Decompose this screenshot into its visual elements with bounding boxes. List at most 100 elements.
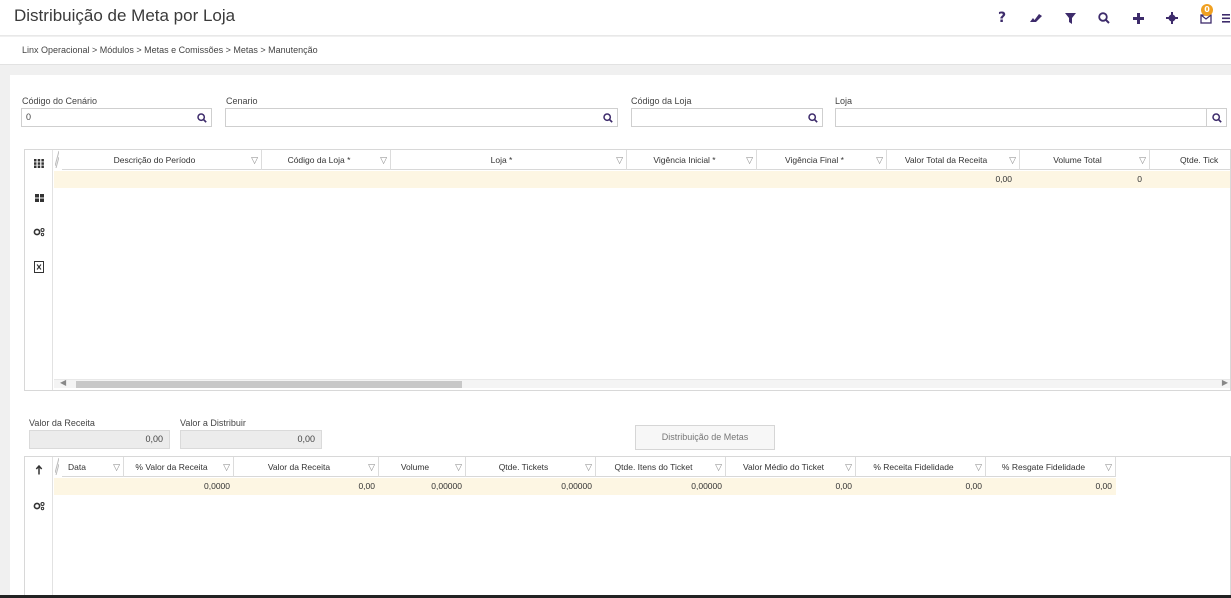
col-qtde-itens-ticket-label: Qtde. Itens do Ticket: [614, 462, 693, 472]
table-row[interactable]: 0,00 0: [54, 171, 1230, 188]
column-grip-icon[interactable]: [54, 150, 60, 169]
filter-icon[interactable]: ▽: [876, 150, 883, 170]
col-data[interactable]: Data ▽: [62, 457, 124, 477]
valor-distribuir-field: 0,00: [180, 430, 322, 449]
cell-volume-total: 0: [1137, 174, 1142, 184]
col-pct-receita-fidelidade-label: % Receita Fidelidade: [873, 462, 954, 472]
valor-receita-label: Valor da Receita: [29, 418, 95, 428]
filter-icon[interactable]: ▽: [845, 457, 852, 477]
top-grid: Descrição do Período ▽ Código da Loja * …: [24, 149, 1231, 391]
add-icon[interactable]: [1125, 0, 1151, 36]
eraser-icon[interactable]: [1023, 0, 1049, 36]
cenario-search-button[interactable]: [598, 108, 618, 127]
codigo-loja-search-button[interactable]: [803, 108, 823, 127]
filter-icon[interactable]: ▽: [715, 457, 722, 477]
notifications-icon[interactable]: 0: [1193, 0, 1219, 36]
col-loja[interactable]: Loja * ▽: [391, 150, 627, 170]
menu-icon[interactable]: [1221, 0, 1231, 36]
col-volume-total-label: Volume Total: [1053, 155, 1102, 165]
filter-icon[interactable]: ▽: [616, 150, 623, 170]
filter-icon[interactable]: ▽: [113, 457, 120, 477]
col-valor-receita[interactable]: Valor da Receita ▽: [234, 457, 379, 477]
filter-icon[interactable]: ▽: [223, 457, 230, 477]
toolbar: ? 0: [981, 0, 1231, 36]
search-icon: [602, 112, 613, 123]
cell-qtde-tickets: 0,00000: [561, 481, 592, 491]
cell-data: [62, 478, 124, 495]
cell-valor-receita: 0,00: [358, 481, 375, 491]
col-vigencia-inicial[interactable]: Vigência Inicial * ▽: [627, 150, 757, 170]
help-icon[interactable]: ?: [989, 0, 1015, 36]
col-descricao-periodo[interactable]: Descrição do Período ▽: [62, 150, 262, 170]
distribuicao-metas-button[interactable]: Distribuição de Metas: [635, 425, 775, 450]
scroll-thumb[interactable]: [76, 381, 462, 388]
search-icon: [807, 112, 818, 123]
notification-badge: 0: [1201, 4, 1213, 16]
col-qtde-itens-ticket[interactable]: Qtde. Itens do Ticket ▽: [596, 457, 726, 477]
cenario-label: Cenario: [226, 96, 258, 106]
layout-icon[interactable]: [31, 190, 47, 206]
filter-icon[interactable]: ▽: [1009, 150, 1016, 170]
filter-icon[interactable]: ▽: [1139, 150, 1146, 170]
filter-icon[interactable]: [1057, 0, 1083, 36]
filter-icon[interactable]: ▽: [368, 457, 375, 477]
filter-icon[interactable]: ▽: [746, 150, 753, 170]
col-pct-resgate-fidelidade[interactable]: % Resgate Fidelidade ▽: [986, 457, 1116, 477]
bottom-grid: Data ▽ % Valor da Receita ▽ Valor da Rec…: [24, 456, 1231, 598]
col-valor-total-receita-label: Valor Total da Receita: [904, 155, 988, 165]
filter-icon[interactable]: ▽: [380, 150, 387, 170]
search-icon[interactable]: [1091, 0, 1117, 36]
loja-search-button[interactable]: [1207, 108, 1227, 127]
settings-icon[interactable]: [31, 498, 47, 514]
help-label: ?: [997, 10, 1007, 26]
cell-volume: 0,00000: [431, 481, 462, 491]
col-pct-valor-receita-label: % Valor da Receita: [135, 462, 208, 472]
top-bar: Distribuição de Meta por Loja ? 0: [0, 0, 1231, 36]
filter-icon[interactable]: ▽: [975, 457, 982, 477]
column-grip-icon[interactable]: [54, 457, 60, 476]
filter-icon[interactable]: ▽: [455, 457, 462, 477]
filter-icon[interactable]: ▽: [251, 150, 258, 170]
sort-up-icon[interactable]: [31, 462, 47, 478]
col-valor-medio-ticket[interactable]: Valor Médio do Ticket ▽: [726, 457, 856, 477]
col-pct-resgate-fidelidade-label: % Resgate Fidelidade: [1001, 462, 1086, 472]
codigo-cenario-search-button[interactable]: [192, 108, 212, 127]
breadcrumb[interactable]: Linx Operacional > Módulos > Metas e Com…: [22, 45, 318, 55]
col-qtde-tickets[interactable]: Qtde. Tickets ▽: [466, 457, 596, 477]
loja-input[interactable]: [835, 108, 1207, 127]
col-codigo-loja-label: Código da Loja *: [287, 155, 351, 165]
col-pct-valor-receita[interactable]: % Valor da Receita ▽: [124, 457, 234, 477]
cell-valor-medio-ticket: 0,00: [835, 481, 852, 491]
codigo-cenario-input[interactable]: 0: [21, 108, 193, 127]
col-volume-total[interactable]: Volume Total ▽: [1020, 150, 1150, 170]
settings-icon[interactable]: [31, 224, 47, 240]
cell-qtde-itens-ticket: 0,00000: [691, 481, 722, 491]
col-vigencia-final[interactable]: Vigência Final * ▽: [757, 150, 887, 170]
grid-columns-icon[interactable]: [31, 155, 47, 171]
col-qtde-tickets[interactable]: Qtde. Tick: [1150, 150, 1231, 170]
table-row[interactable]: 0,0000 0,00 0,00000 0,00000 0,00000 0,00…: [54, 478, 1116, 495]
col-pct-receita-fidelidade[interactable]: % Receita Fidelidade ▽: [856, 457, 986, 477]
filter-icon[interactable]: ▽: [585, 457, 592, 477]
codigo-loja-input[interactable]: [631, 108, 804, 127]
scroll-right-icon[interactable]: ▶: [1222, 378, 1228, 387]
codigo-loja-label: Código da Loja: [631, 96, 692, 106]
cell-pct-receita-fidelidade: 0,00: [965, 481, 982, 491]
gear-icon[interactable]: [1159, 0, 1185, 36]
cenario-input[interactable]: [225, 108, 599, 127]
bottom-grid-header: Data ▽ % Valor da Receita ▽ Valor da Rec…: [62, 457, 1116, 477]
page-title: Distribuição de Meta por Loja: [14, 6, 236, 25]
cell-valor-total-receita: 0,00: [995, 174, 1012, 184]
loja-label: Loja: [835, 96, 853, 106]
scroll-left-icon[interactable]: ◀: [60, 378, 66, 387]
top-grid-header: Descrição do Período ▽ Código da Loja * …: [62, 150, 1230, 170]
top-grid-hscroll[interactable]: ◀ ▶: [54, 378, 1230, 388]
filter-icon[interactable]: ▽: [1105, 457, 1112, 477]
col-volume[interactable]: Volume ▽: [379, 457, 466, 477]
col-valor-total-receita[interactable]: Valor Total da Receita ▽: [887, 150, 1020, 170]
col-valor-receita-label: Valor da Receita: [267, 462, 331, 472]
col-codigo-loja[interactable]: Código da Loja * ▽: [262, 150, 391, 170]
col-vigencia-final-label: Vigência Final *: [785, 155, 844, 165]
excel-export-icon[interactable]: [31, 259, 47, 275]
codigo-cenario-label: Código do Cenário: [22, 96, 98, 106]
